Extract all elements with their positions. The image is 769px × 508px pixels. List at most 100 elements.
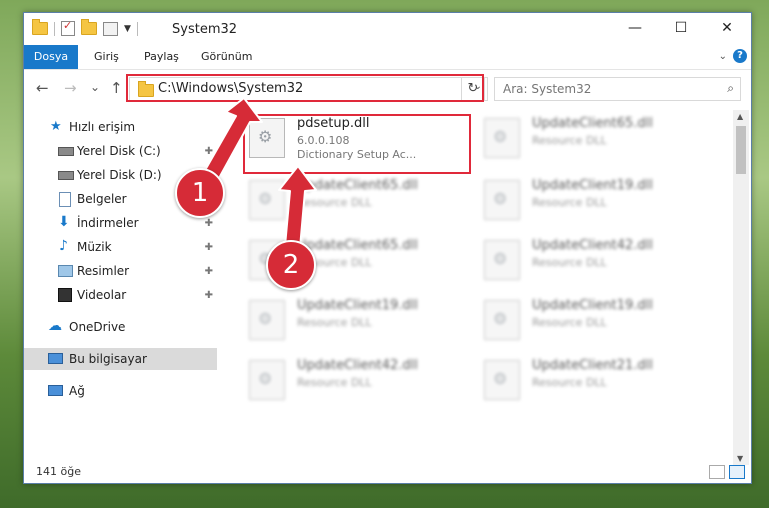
folder-icon (32, 19, 48, 35)
file-name: UpdateClient19.dll (297, 298, 418, 313)
file-item[interactable]: UpdateClient65.dll Resource DLL (243, 176, 473, 222)
pin-icon[interactable]: ✚ (205, 146, 213, 157)
file-item[interactable]: UpdateClient42.dll Resource DLL (243, 356, 473, 402)
explorer-window: ▼ System32 — ☐ ✕ Dosya Giriş Paylaş Görü… (23, 12, 752, 484)
videos-icon (58, 288, 72, 302)
file-name: UpdateClient65.dll (297, 178, 418, 193)
file-item[interactable]: UpdateClient21.dll Resource DLL (478, 356, 708, 402)
status-bar: 141 öğe (24, 463, 751, 483)
dll-file-icon (484, 360, 520, 400)
sidebar-item-network[interactable]: Ağ (24, 380, 217, 402)
dll-file-icon (484, 300, 520, 340)
network-icon (48, 385, 63, 396)
star-icon: ★ (50, 119, 62, 134)
close-button[interactable]: ✕ (704, 13, 750, 43)
up-button[interactable]: ↑ (110, 79, 123, 97)
ribbon-tabs: Dosya Giriş Paylaş Görünüm ⌄ ? (24, 45, 751, 70)
properties-check-icon[interactable] (61, 19, 75, 36)
sidebar-item-label: Yerel Disk (C:) (77, 144, 161, 158)
search-input[interactable] (501, 80, 705, 98)
file-name: UpdateClient65.dll (532, 116, 653, 131)
sidebar-item-label: İndirmeler (77, 216, 139, 230)
sidebar-item-label: Müzik (77, 240, 112, 254)
tiles-view-icon[interactable] (729, 465, 745, 479)
sidebar-item-label: Ağ (69, 384, 85, 398)
sidebar-item-this-pc[interactable]: Bu bilgisayar (24, 348, 217, 370)
sidebar-item-pictures[interactable]: Resimler ✚ (24, 260, 217, 282)
navigation-pane: ★ Hızlı erişim Yerel Disk (C:) ✚ Yerel D… (24, 110, 217, 465)
file-item[interactable]: UpdateClient19.dll Resource DLL (478, 296, 708, 342)
file-description: Resource DLL (297, 316, 372, 329)
recent-locations-button[interactable]: ⌄ (90, 80, 100, 94)
pin-icon[interactable]: ✚ (205, 266, 213, 277)
dll-file-icon (484, 118, 520, 158)
file-description: Resource DLL (532, 316, 607, 329)
file-description: Resource DLL (532, 256, 607, 269)
divider (136, 21, 138, 36)
sidebar-item-onedrive[interactable]: ☁ OneDrive (24, 316, 217, 338)
help-icon[interactable]: ? (733, 49, 747, 63)
file-name: UpdateClient19.dll (532, 298, 653, 313)
file-name: UpdateClient21.dll (532, 358, 653, 373)
file-item[interactable]: UpdateClient42.dll Resource DLL (478, 236, 708, 282)
quick-access-toolbar: ▼ (32, 19, 138, 36)
divider (54, 21, 55, 36)
sidebar-item-label: Bu bilgisayar (69, 352, 147, 366)
new-folder-icon[interactable] (81, 19, 97, 35)
file-name: UpdateClient19.dll (532, 178, 653, 193)
sidebar-item-label: Belgeler (77, 192, 127, 206)
vertical-scrollbar[interactable]: ▲ ▼ (733, 110, 749, 465)
file-item[interactable]: UpdateClient19.dll Resource DLL (478, 176, 708, 222)
step-badge-1: 1 (175, 168, 225, 218)
title-bar: ▼ System32 — ☐ ✕ (24, 13, 751, 45)
file-item[interactable]: UpdateClient19.dll Resource DLL (243, 296, 473, 342)
search-icon[interactable]: ⌕ (727, 81, 734, 96)
file-name: UpdateClient42.dll (532, 238, 653, 253)
scroll-down-icon[interactable]: ▼ (737, 454, 743, 463)
dll-file-icon (484, 240, 520, 280)
address-highlight (126, 74, 484, 102)
tab-view[interactable]: Görünüm (201, 45, 252, 69)
ribbon-expand-icon[interactable]: ⌄ (719, 51, 727, 62)
file-item[interactable]: UpdateClient65.dll Resource DLL (478, 114, 708, 160)
window-title: System32 (172, 22, 238, 37)
sidebar-item-quick-access[interactable]: ★ Hızlı erişim (24, 116, 217, 138)
download-icon: ⬇ (58, 214, 70, 230)
qat-dropdown-icon[interactable]: ▼ (124, 24, 131, 34)
computer-icon (48, 353, 63, 364)
ribbon-controls: ⌄ ? (719, 49, 747, 63)
file-description: Resource DLL (297, 376, 372, 389)
search-box[interactable]: ⌕ (494, 77, 741, 101)
file-description: Resource DLL (532, 196, 607, 209)
minimize-button[interactable]: — (612, 13, 658, 43)
customize-icon[interactable] (103, 21, 118, 36)
back-button[interactable]: ← (36, 79, 49, 97)
sidebar-item-drive-c[interactable]: Yerel Disk (C:) ✚ (24, 140, 217, 162)
file-description: Resource DLL (297, 196, 372, 209)
details-view-icon[interactable] (709, 465, 725, 479)
sidebar-item-label: Resimler (77, 264, 130, 278)
dll-file-icon (249, 300, 285, 340)
scroll-thumb[interactable] (736, 126, 746, 174)
music-icon: ♪ (59, 238, 68, 254)
documents-icon (59, 192, 71, 207)
tab-home[interactable]: Giriş (94, 45, 119, 69)
dll-file-icon (484, 180, 520, 220)
drive-icon (58, 147, 74, 156)
step-badge-2: 2 (266, 240, 316, 290)
sidebar-item-videos[interactable]: Videolar ✚ (24, 284, 217, 306)
drive-icon (58, 171, 74, 180)
pin-icon[interactable]: ✚ (205, 290, 213, 301)
item-count: 141 öğe (36, 465, 81, 478)
maximize-button[interactable]: ☐ (658, 13, 704, 43)
pin-icon[interactable]: ✚ (205, 242, 213, 253)
tab-file[interactable]: Dosya (24, 45, 78, 69)
scroll-up-icon[interactable]: ▲ (737, 112, 743, 121)
tab-share[interactable]: Paylaş (144, 45, 179, 69)
sidebar-item-label: OneDrive (69, 320, 126, 334)
sidebar-item-label: Videolar (77, 288, 127, 302)
forward-button[interactable]: → (64, 79, 77, 97)
sidebar-item-music[interactable]: ♪ Müzik ✚ (24, 236, 217, 258)
pin-icon[interactable]: ✚ (205, 218, 213, 229)
sidebar-item-label: Hızlı erişim (69, 120, 136, 134)
